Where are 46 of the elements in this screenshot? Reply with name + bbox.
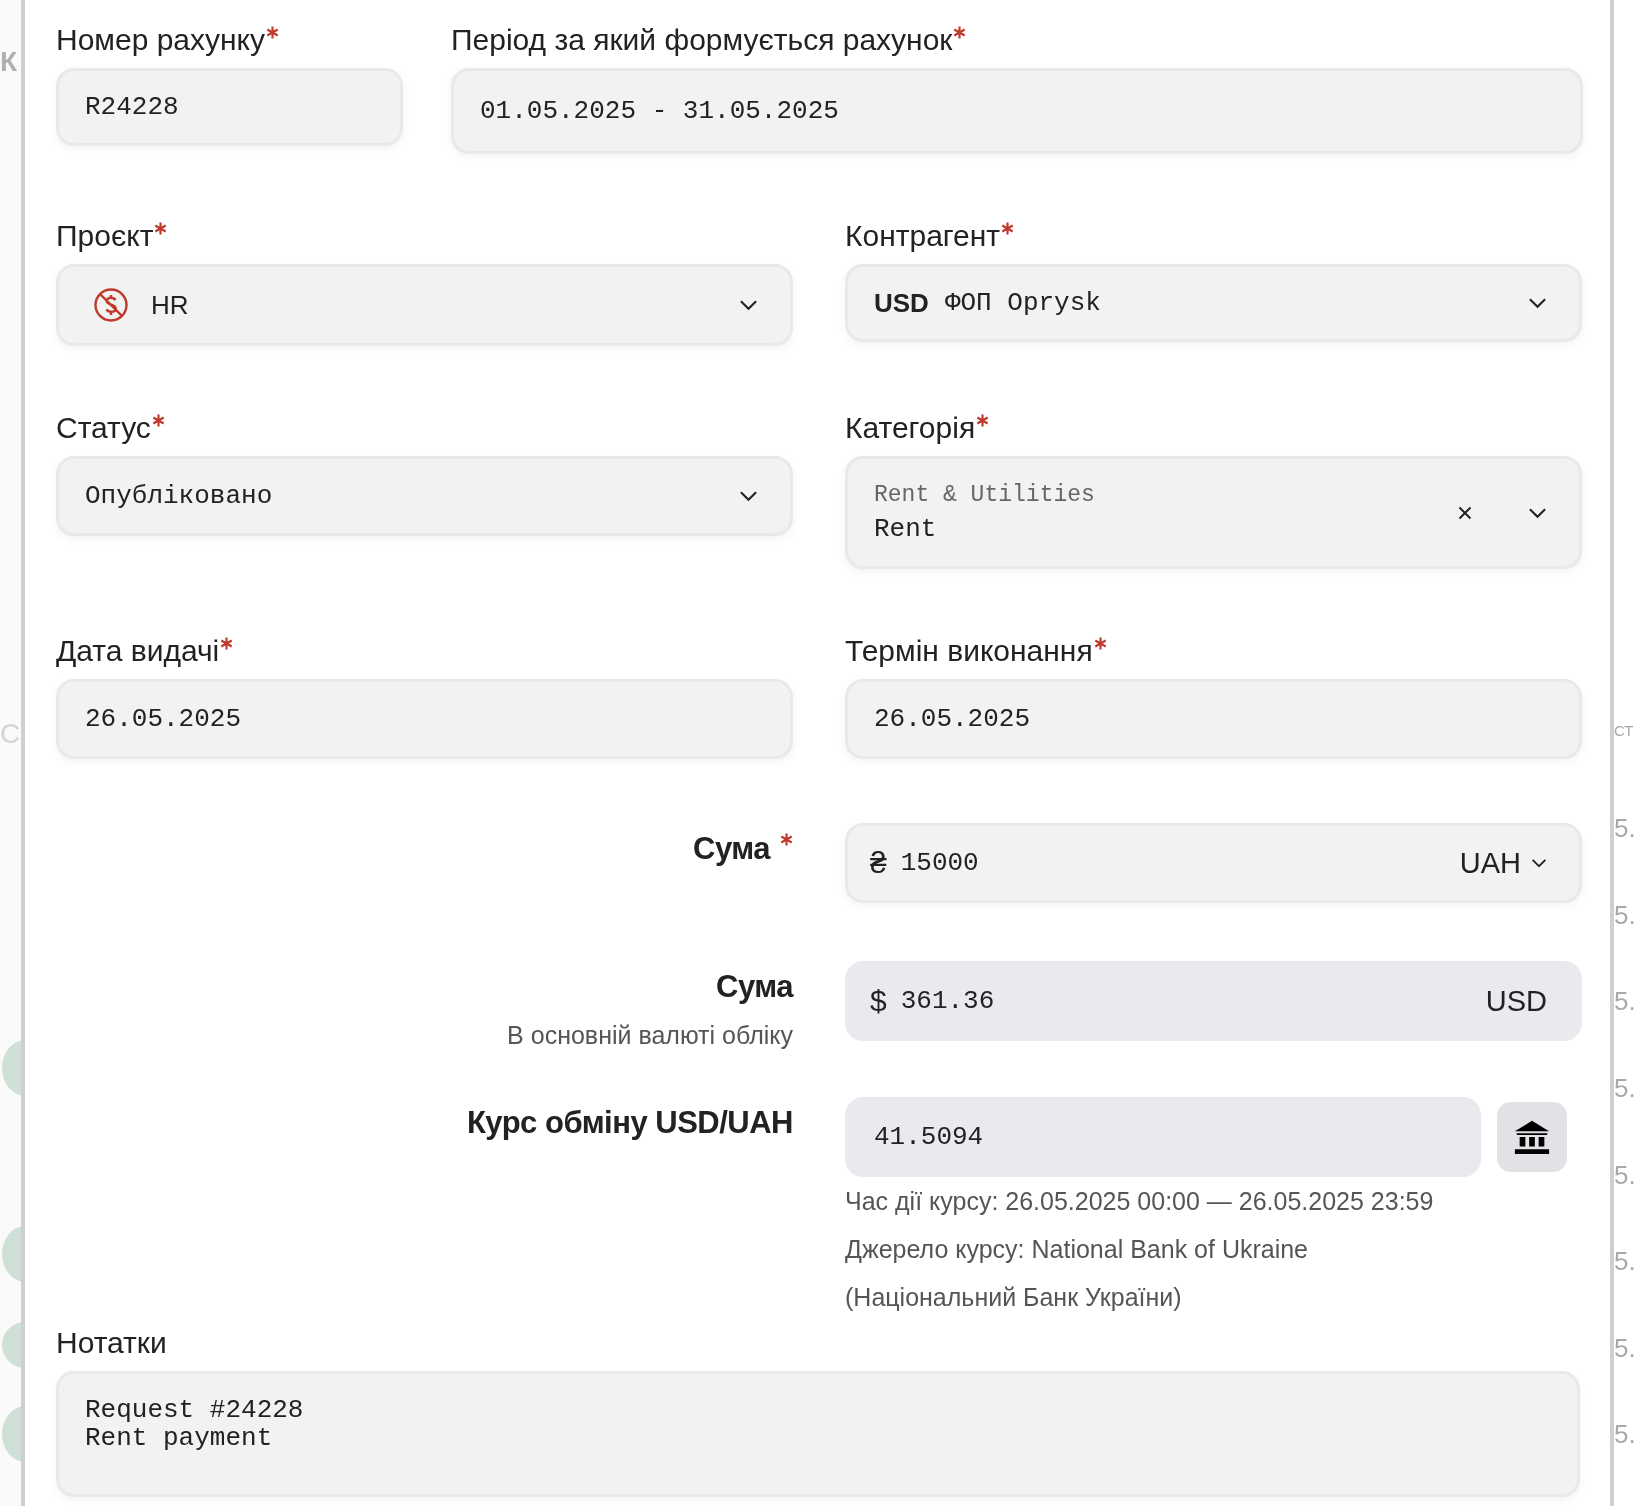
chevron-down-icon	[1528, 297, 1547, 309]
rate-validity-text: Час дії курсу: 26.05.2025 00:00 — 26.05.2025 23:59	[845, 1186, 1435, 1217]
background-text: СТ	[1614, 722, 1635, 741]
category-select[interactable]: Rent & Utilities Rent	[845, 456, 1582, 569]
field-label: Проєкт	[56, 218, 168, 254]
chevron-down-icon	[739, 490, 758, 502]
clear-icon[interactable]	[1458, 505, 1472, 520]
bank-icon	[1513, 1118, 1551, 1156]
background-text: 5.	[1614, 1419, 1637, 1452]
amount-field[interactable]: ₴ 15000 UAH	[845, 823, 1582, 903]
field-label: Контрагент	[845, 218, 1015, 254]
background-text: К	[0, 46, 19, 78]
field-label: Період за який формується рахунок	[451, 22, 967, 58]
date-range-field[interactable]: 01.05.2025 - 31.05.2025	[451, 68, 1583, 154]
field-label: Категорія	[845, 410, 990, 446]
chevron-down-icon	[1528, 506, 1547, 519]
field-label: Сума	[716, 969, 793, 1005]
chevron-down-icon	[1531, 858, 1547, 868]
background-text: 5.	[1614, 1073, 1637, 1105]
no-dollar-icon	[93, 287, 129, 323]
bank-button[interactable]	[1497, 1102, 1567, 1172]
exchange-rate-field[interactable]: 41.5094	[845, 1097, 1481, 1177]
field-label: Номер рахунку	[56, 22, 280, 58]
background-text: 5.	[1614, 1159, 1637, 1192]
field-label: Сума	[693, 831, 793, 867]
field-label: Статус	[56, 410, 165, 446]
base-amount-field: $ 361.36 USD	[845, 961, 1582, 1041]
background-text: 5.	[1614, 899, 1637, 932]
background-text: 5.	[1614, 1246, 1637, 1279]
invoice-number-field[interactable]: R24228	[56, 68, 403, 146]
chevron-down-icon	[739, 299, 758, 311]
field-hint: В основній валюті обліку	[507, 1021, 793, 1050]
background-text: 5.	[1614, 813, 1637, 846]
date-field[interactable]: 26.05.2025	[845, 679, 1582, 759]
date-field[interactable]: 26.05.2025	[56, 679, 793, 759]
field-label: Курс обміну USD/UAH	[466, 1105, 793, 1141]
background-text: 5.	[1614, 1332, 1637, 1365]
project-select[interactable]: HR	[56, 264, 793, 346]
field-label: Термін виконання	[845, 633, 1107, 669]
notes-field[interactable]: Request #24228 Rent payment	[56, 1371, 1580, 1497]
background-text: 5.	[1614, 986, 1637, 1019]
counterparty-select[interactable]: USD ФОП Oprysk	[845, 264, 1582, 342]
field-label: Нотатки	[56, 1325, 167, 1361]
status-select[interactable]: Опубліковано	[56, 456, 793, 536]
field-label: Дата видачі	[56, 633, 234, 669]
rate-source-text: Джерело курсу: National Bank of Ukraine (Національний Банк України)	[845, 1234, 1310, 1313]
